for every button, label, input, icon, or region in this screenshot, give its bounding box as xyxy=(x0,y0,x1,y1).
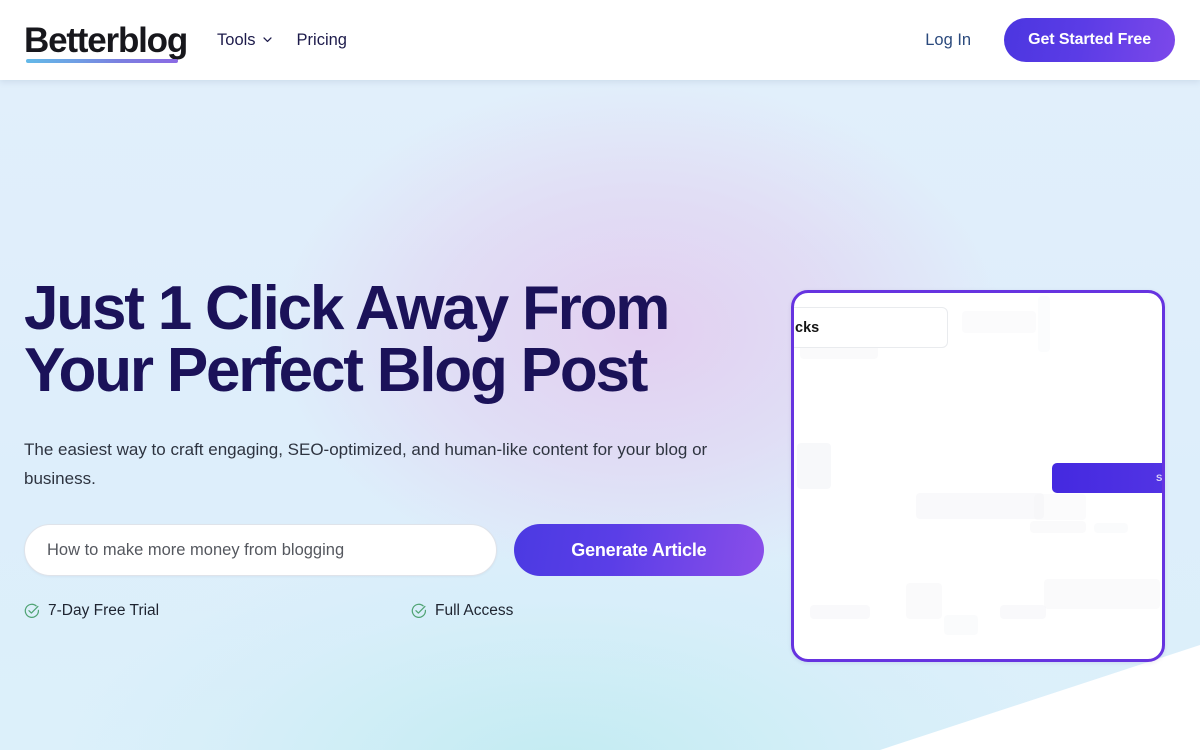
preview-placeholder-block xyxy=(1030,521,1086,533)
login-link[interactable]: Log In xyxy=(925,31,971,50)
trust-badges: 7-Day Free Trial Full Access xyxy=(24,602,764,620)
circle-check-icon xyxy=(24,603,40,619)
preview-submit-button[interactable]: Sub xyxy=(1052,463,1163,493)
badge-label: 7-Day Free Trial xyxy=(48,602,160,619)
badge-full-access: Full Access xyxy=(411,602,513,620)
header-actions: Log In Get Started Free xyxy=(925,18,1175,62)
brand-underline-gradient xyxy=(26,58,179,63)
headline-line-2: Your Perfect Blog Post xyxy=(24,336,648,405)
nav-item-label: Tools xyxy=(217,30,256,49)
brand-wordmark: Betterblog xyxy=(24,20,188,60)
nav-item-label: Pricing xyxy=(296,30,347,49)
hero-subheadline: The easiest way to craft engaging, SEO-o… xyxy=(24,440,708,488)
preview-placeholder-block xyxy=(1000,605,1046,619)
preview-placeholder-block xyxy=(906,583,942,619)
badge-free-trial: 7-Day Free Trial xyxy=(24,602,411,620)
brand-logo[interactable]: Betterblog xyxy=(24,20,188,63)
preview-clipped-title: cks xyxy=(795,319,820,336)
page-root: Betterblog Tools Pricing Log In Get Star… xyxy=(0,0,1200,750)
circle-check-icon xyxy=(411,603,427,619)
primary-nav: Tools Pricing xyxy=(217,31,347,50)
preview-placeholder-block xyxy=(1044,579,1160,609)
get-started-free-button[interactable]: Get Started Free xyxy=(1004,18,1175,62)
generate-article-button[interactable]: Generate Article xyxy=(513,524,764,576)
nav-item-pricing[interactable]: Pricing xyxy=(297,31,347,50)
chevron-down-icon xyxy=(262,34,272,43)
badge-label: Full Access xyxy=(435,602,514,619)
topic-input[interactable] xyxy=(24,524,497,576)
preview-placeholder-block xyxy=(797,443,831,489)
generate-form: Generate Article xyxy=(24,524,764,576)
preview-placeholder-block xyxy=(810,605,870,619)
preview-placeholder-block xyxy=(944,615,978,635)
preview-clipped-button-label: Sub xyxy=(1156,472,1163,484)
preview-title-field: cks xyxy=(794,307,948,348)
preview-placeholder-block xyxy=(962,311,1036,333)
preview-card[interactable]: cks Sub xyxy=(791,290,1165,662)
site-header: Betterblog Tools Pricing Log In Get Star… xyxy=(0,0,1200,80)
preview-placeholder-block xyxy=(1038,296,1050,352)
page-title: Just 1 Click Away From Your Perfect Blog… xyxy=(24,278,764,402)
hero-left-column: Just 1 Click Away From Your Perfect Blog… xyxy=(24,278,764,620)
headline-line-1: Just 1 Click Away From xyxy=(24,274,670,343)
preview-placeholder-block xyxy=(1094,523,1128,533)
preview-placeholder-block xyxy=(916,493,1044,519)
nav-item-tools[interactable]: Tools xyxy=(217,30,272,50)
preview-placeholder-block xyxy=(1034,494,1086,520)
